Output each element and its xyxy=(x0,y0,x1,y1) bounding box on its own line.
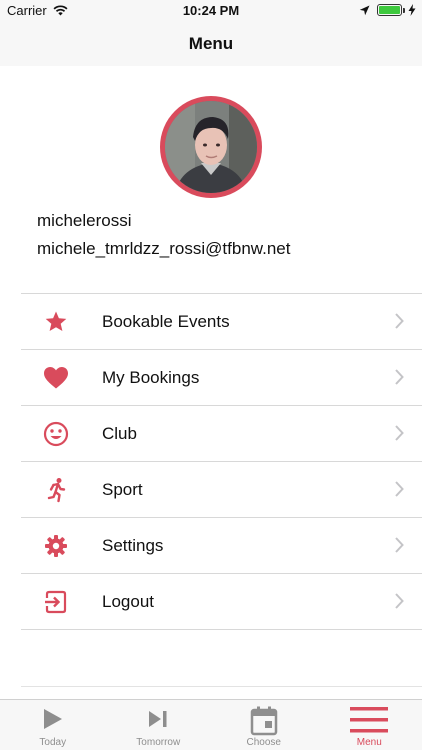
hamburger-icon xyxy=(317,706,422,734)
skip-forward-icon xyxy=(106,706,212,732)
chevron-right-icon xyxy=(395,537,404,558)
chevron-right-icon xyxy=(395,593,404,614)
star-icon xyxy=(43,310,69,334)
chevron-right-icon xyxy=(395,369,404,390)
menu-item-bookable-events[interactable]: Bookable Events xyxy=(21,294,422,350)
divider xyxy=(21,686,422,687)
tab-menu[interactable]: Menu xyxy=(317,700,422,750)
status-right xyxy=(359,4,416,16)
avatar xyxy=(160,96,262,198)
tab-label: Menu xyxy=(356,737,382,748)
page-title: Menu xyxy=(188,34,234,53)
menu-item-label: Bookable Events xyxy=(102,312,230,331)
tab-choose[interactable]: Choose xyxy=(211,700,317,750)
tab-tomorrow[interactable]: Tomorrow xyxy=(106,700,212,750)
menu-item-logout[interactable]: Logout xyxy=(21,574,422,630)
gear-icon xyxy=(43,534,69,558)
profile-username: michelerossi xyxy=(37,211,132,230)
tab-label: Today xyxy=(39,737,67,748)
profile-photo xyxy=(165,101,257,193)
charging-bolt-icon xyxy=(408,4,416,16)
menu-item-label: Sport xyxy=(102,480,143,499)
play-icon xyxy=(0,706,106,732)
menu-item-sport[interactable]: Sport xyxy=(21,462,422,518)
avatar-photo xyxy=(165,101,257,193)
menu-item-label: Club xyxy=(102,424,137,443)
menu-item-club[interactable]: Club xyxy=(21,406,422,462)
tab-bar: Today Tomorrow Choose Menu xyxy=(0,699,422,750)
smiley-icon xyxy=(43,421,69,447)
menu-item-settings[interactable]: Settings xyxy=(21,518,422,574)
menu-item-label: Settings xyxy=(102,536,164,555)
tab-today[interactable]: Today xyxy=(0,700,106,750)
heart-icon xyxy=(43,366,69,390)
chevron-right-icon xyxy=(395,313,404,334)
tab-label: Tomorrow xyxy=(136,737,181,748)
calendar-icon xyxy=(211,706,317,736)
chevron-right-icon xyxy=(395,425,404,446)
profile-email: michele_tmrldzz_rossi@tfbnw.net xyxy=(37,239,291,258)
chevron-right-icon xyxy=(395,481,404,502)
battery-icon xyxy=(377,4,405,16)
menu-item-my-bookings[interactable]: My Bookings xyxy=(21,350,422,406)
menu-list: Bookable Events My Bookings Club Sport S… xyxy=(21,293,422,630)
menu-item-label: My Bookings xyxy=(102,368,200,387)
location-arrow-icon xyxy=(359,5,370,15)
navigation-bar: Menu xyxy=(0,22,422,66)
battery-fill xyxy=(379,6,400,14)
tab-label: Choose xyxy=(246,737,281,748)
status-bar: Carrier 10:24 PM xyxy=(0,0,422,22)
logout-icon xyxy=(43,590,69,614)
menu-item-label: Logout xyxy=(102,592,154,611)
running-icon xyxy=(43,478,69,503)
